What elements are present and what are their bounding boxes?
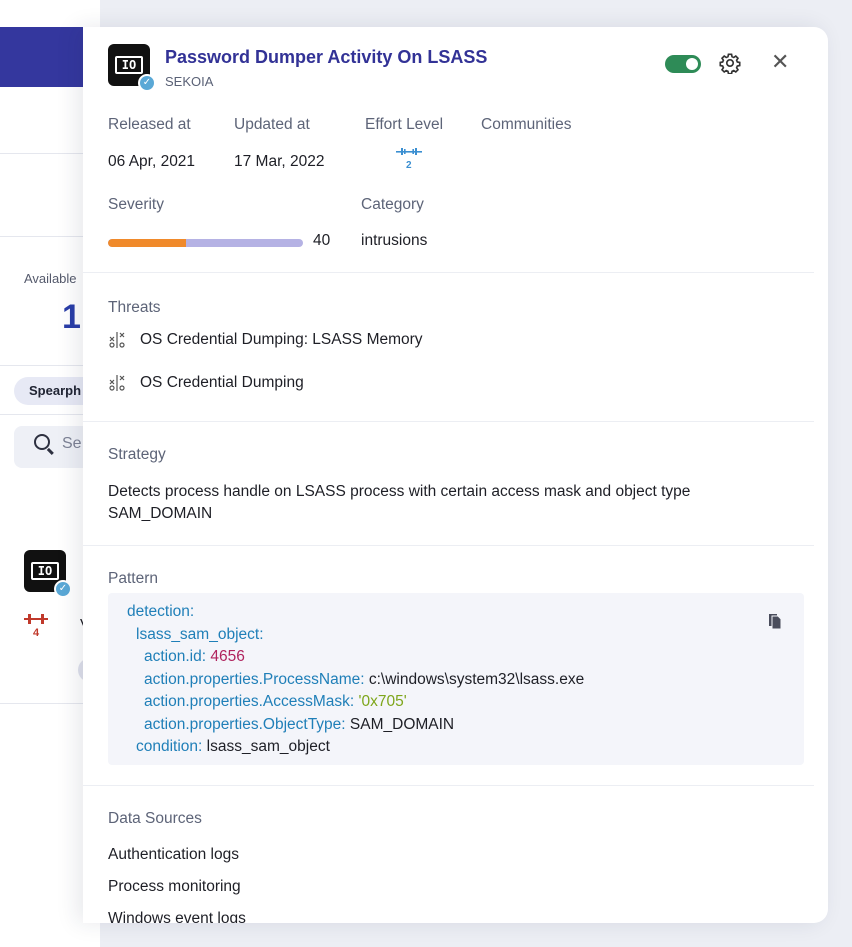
divider (83, 421, 814, 422)
available-count: 1 (62, 298, 81, 336)
code-line: action.id: 4656 (144, 648, 245, 665)
threat-item[interactable]: OS Credential Dumping: LSASS Memory (108, 330, 423, 350)
strategy-label: Strategy (108, 446, 166, 463)
tactics-icon (109, 332, 125, 348)
rule-logo: IO ✓ (108, 44, 156, 92)
copy-icon[interactable] (767, 611, 783, 631)
effort-level-icon: 2 (396, 144, 422, 171)
rule-title: Password Dumper Activity On LSASS (165, 47, 488, 67)
threats-label: Threats (108, 299, 161, 316)
severity-bar (108, 239, 303, 247)
code-line: detection: (127, 603, 195, 620)
verified-icon: ✓ (54, 580, 72, 598)
rule-detail-panel: IO ✓ Password Dumper Activity On LSASS S… (83, 27, 828, 923)
search-icon (34, 434, 50, 450)
divider (83, 785, 814, 786)
category-label: Category (361, 196, 424, 213)
data-source-item: Process monitoring (108, 878, 241, 895)
close-icon[interactable]: ✕ (771, 50, 789, 74)
severity-value: 40 (313, 232, 331, 249)
verified-icon: ✓ (138, 74, 156, 92)
strategy-text: Detects process handle on LSASS process … (108, 483, 691, 522)
divider (83, 272, 814, 273)
data-source-item: Windows event logs (108, 910, 246, 923)
pattern-code: detection: lsass_sam_object: action.id: … (108, 593, 804, 765)
divider (83, 545, 814, 546)
communities-label: Communities (481, 116, 572, 133)
threat-label: OS Credential Dumping (140, 374, 304, 391)
released-value: 06 Apr, 2021 (108, 153, 196, 170)
threat-label: OS Credential Dumping: LSASS Memory (140, 331, 423, 348)
code-line: action.properties.ObjectType: SAM_DOMAIN (144, 715, 455, 733)
pattern-label: Pattern (108, 570, 158, 587)
data-sources-label: Data Sources (108, 810, 202, 827)
released-label: Released at (108, 116, 191, 133)
effort-level-icon: 4 (24, 614, 48, 639)
rule-logo: IO ✓ (24, 550, 72, 598)
category-value: intrusions (361, 232, 428, 249)
effort-value: 4 (33, 627, 40, 639)
updated-label: Updated at (234, 116, 310, 133)
available-label: Available (24, 271, 77, 286)
threat-item[interactable]: OS Credential Dumping (108, 373, 304, 393)
search-placeholder: Se (62, 435, 82, 452)
code-line: condition: lsass_sam_object (136, 738, 330, 755)
updated-value: 17 Mar, 2022 (234, 153, 325, 170)
code-line: action.properties.ProcessName: c:\window… (144, 670, 585, 688)
code-line: action.properties.AccessMask: '0x705' (144, 693, 407, 710)
tactics-icon (109, 375, 125, 391)
effort-value: 2 (406, 160, 412, 171)
enable-toggle[interactable] (665, 55, 701, 73)
effort-label: Effort Level (365, 116, 444, 133)
data-source-item: Authentication logs (108, 846, 239, 863)
severity-fill (108, 239, 186, 247)
gear-icon[interactable] (719, 52, 741, 74)
rule-vendor: SEKOIA (165, 74, 214, 89)
severity-label: Severity (108, 196, 164, 213)
code-line: lsass_sam_object: (136, 625, 264, 643)
